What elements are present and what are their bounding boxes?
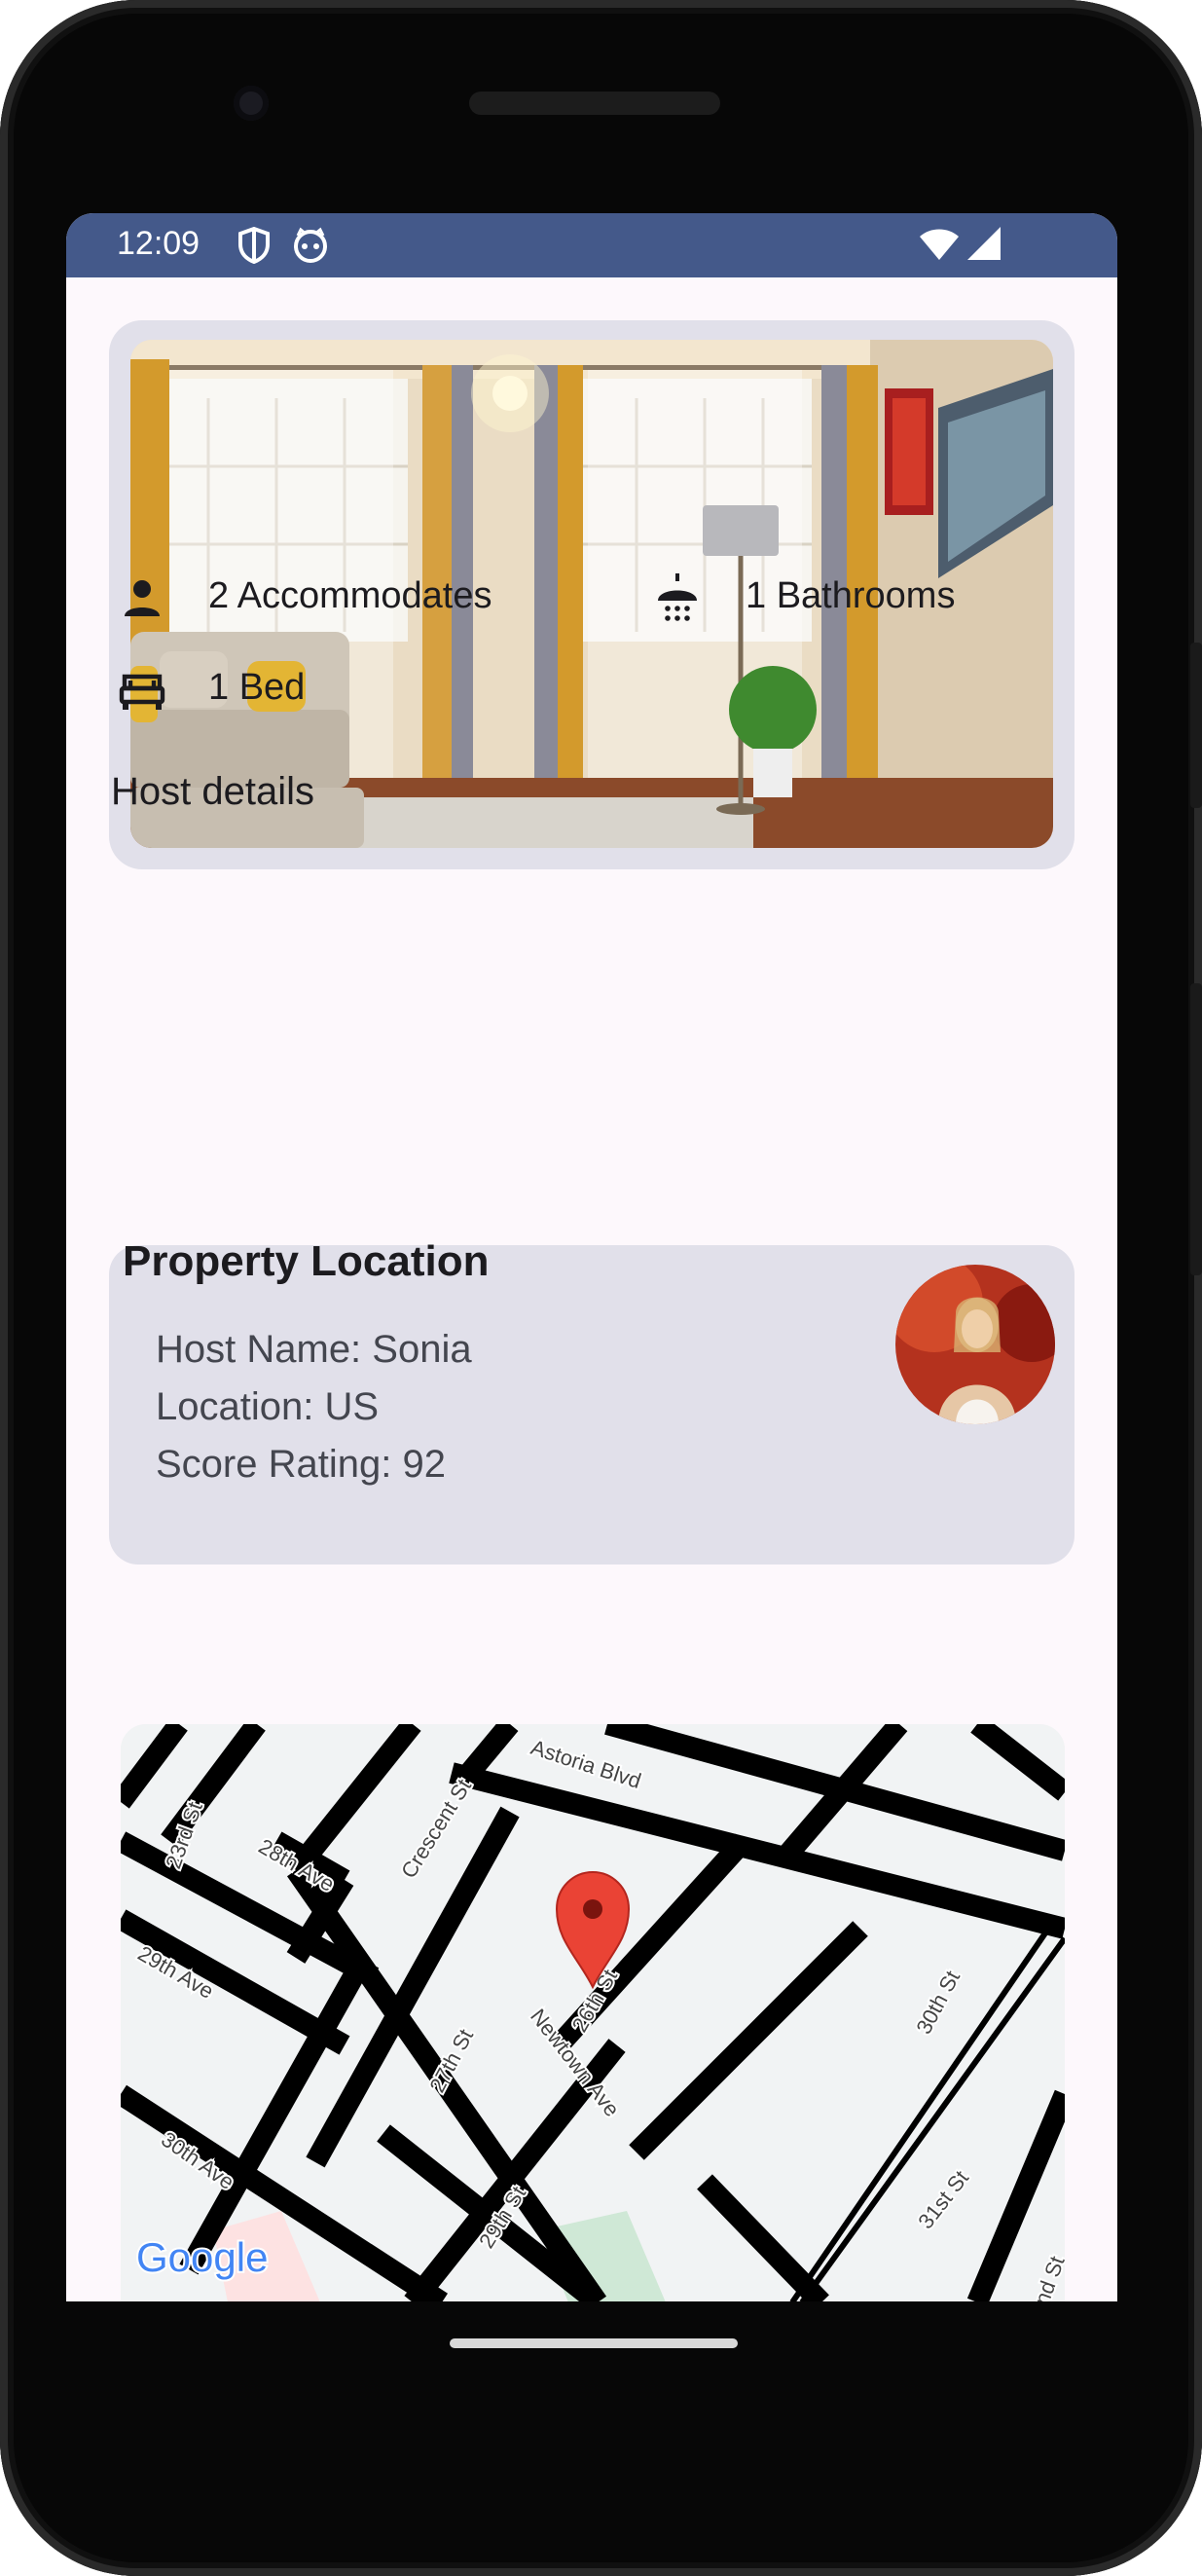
- host-name: Host Name: Sonia: [156, 1328, 472, 1371]
- phone-frame: 12:09 2 Accommodates 1 Bathrooms 1 Bed H…: [0, 0, 1202, 2576]
- bed-icon: [119, 674, 165, 710]
- google-logo: Google: [136, 2234, 268, 2280]
- earpiece-speaker: [469, 92, 720, 115]
- volume-button: [1190, 983, 1202, 1275]
- accommodates-label: 2 Accommodates: [208, 575, 492, 616]
- app-screen: 12:09 2 Accommodates 1 Bathrooms 1 Bed H…: [66, 213, 1117, 2301]
- status-bar: 12:09: [66, 213, 1117, 277]
- wifi-icon: [920, 229, 959, 260]
- front-camera: [234, 86, 269, 121]
- cat-face-icon: [294, 227, 327, 263]
- home-indicator[interactable]: [450, 2338, 738, 2348]
- signal-icon: [967, 227, 1001, 260]
- host-location: Location: US: [156, 1385, 380, 1428]
- property-map[interactable]: Astoria Blvd Crescent St 23rd St 28th Av…: [121, 1724, 1065, 2301]
- person-icon: [125, 580, 160, 616]
- host-score-rating: Score Rating: 92: [156, 1443, 446, 1486]
- shower-icon: [658, 573, 697, 621]
- bathrooms-label: 1 Bathrooms: [746, 575, 956, 616]
- host-avatar[interactable]: [895, 1265, 1055, 1424]
- host-details-heading: Host details: [111, 770, 314, 813]
- bed-label: 1 Bed: [208, 667, 306, 708]
- power-button: [1190, 643, 1202, 808]
- status-time: 12:09: [117, 225, 200, 262]
- shield-icon: [238, 227, 270, 264]
- property-location-heading: Property Location: [123, 1237, 490, 1285]
